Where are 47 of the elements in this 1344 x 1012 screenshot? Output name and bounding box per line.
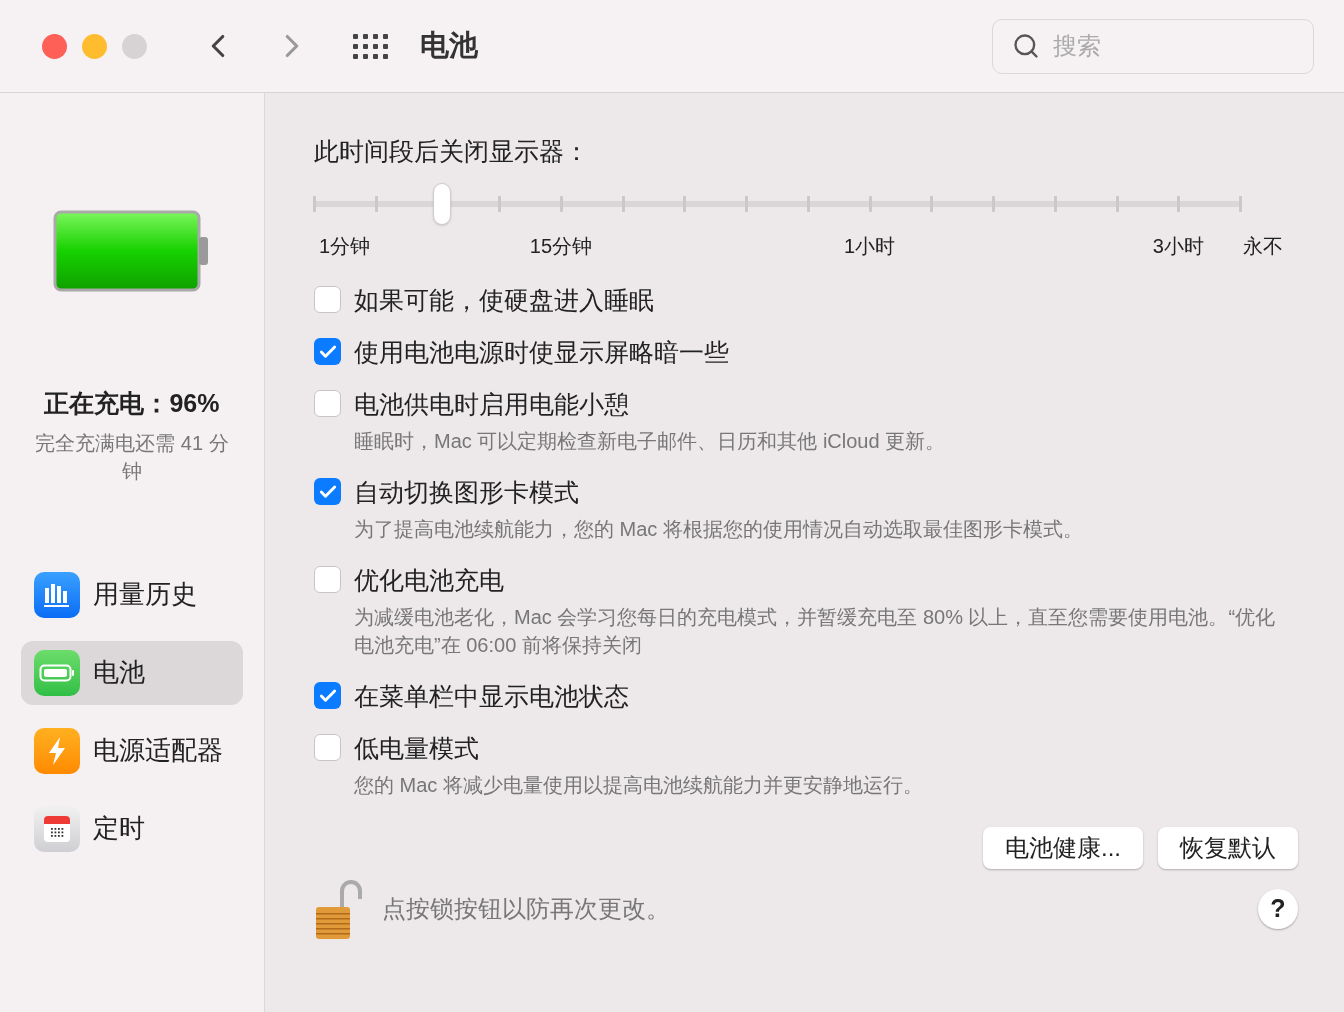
option-description: 为减缓电池老化，Mac 会学习您每日的充电模式，并暂缓充电至 80% 以上，直至您需要使用电池。“优化电池充电”在 06:00 前将保持关闭 [354, 604, 1277, 658]
option-label: 在菜单栏中显示电池状态 [354, 680, 629, 711]
tick-label: 1小时 [844, 233, 896, 259]
checkbox[interactable] [314, 338, 341, 365]
help-button[interactable]: ? [1258, 888, 1298, 929]
battery-icon [34, 649, 80, 696]
minimize-button[interactable] [82, 33, 107, 59]
zoom-button[interactable] [122, 33, 147, 59]
option-description: 睡眠时，Mac 可以定期检查新电子邮件、日历和其他 iCloud 更新。 [354, 428, 947, 454]
slider-track[interactable] [314, 182, 1240, 225]
option-label: 自动切换图形卡模式 [354, 476, 579, 507]
window-title: 电池 [420, 28, 478, 64]
lock-hint: 点按锁按钮以防再次更改。 [382, 893, 670, 924]
push-button[interactable]: 电池健康... [983, 826, 1143, 869]
push-button[interactable]: 恢复默认 [1158, 826, 1298, 869]
sidebar-item[interactable]: 电池 [21, 640, 243, 705]
option-description: 为了提高电池续航能力，您的 Mac 将根据您的使用情况自动选取最佳图形卡模式。 [354, 516, 1084, 542]
sidebar-item[interactable]: 用量历史 [21, 562, 243, 627]
tick-label: 1分钟 [319, 233, 371, 259]
checkbox[interactable] [314, 566, 341, 593]
checkbox[interactable] [314, 478, 341, 505]
checkbox[interactable] [314, 390, 341, 417]
search-icon [1012, 31, 1040, 60]
sidebar-item[interactable]: 电源适配器 [21, 718, 243, 783]
option-label: 优化电池充电 [354, 564, 504, 595]
time-remaining: 完全充满电还需 41 分钟 [34, 430, 230, 484]
lightning-icon [34, 727, 80, 774]
charging-status: 正在充电：96% [44, 388, 220, 419]
tick-label: 3小时 [1152, 233, 1204, 259]
option-label: 电池供电时启用电能小憩 [354, 388, 629, 419]
grid-icon[interactable] [353, 33, 388, 59]
option-label: 低电量模式 [354, 732, 479, 763]
checkbox[interactable] [314, 286, 341, 313]
search-field[interactable]: 搜索 [992, 18, 1314, 74]
slider-label: 此时间段后关闭显示器： [314, 136, 590, 167]
tick-label: 永不 [1243, 233, 1283, 259]
slider-thumb[interactable] [432, 182, 451, 225]
sidebar-item[interactable]: 定时 [21, 796, 243, 861]
close-button[interactable] [42, 33, 67, 59]
checkbox[interactable] [314, 682, 341, 709]
checkbox[interactable] [314, 734, 341, 761]
bar-chart-icon [34, 571, 80, 618]
calendar-icon [34, 805, 80, 852]
option-label: 如果可能，使硬盘进入睡眠 [354, 284, 654, 315]
tick-label: 15分钟 [529, 233, 593, 259]
option-description: 您的 Mac 将减少电量使用以提高电池续航能力并更安静地运行。 [354, 772, 924, 798]
option-label: 使用电池电源时使显示屏略暗一些 [354, 336, 729, 367]
